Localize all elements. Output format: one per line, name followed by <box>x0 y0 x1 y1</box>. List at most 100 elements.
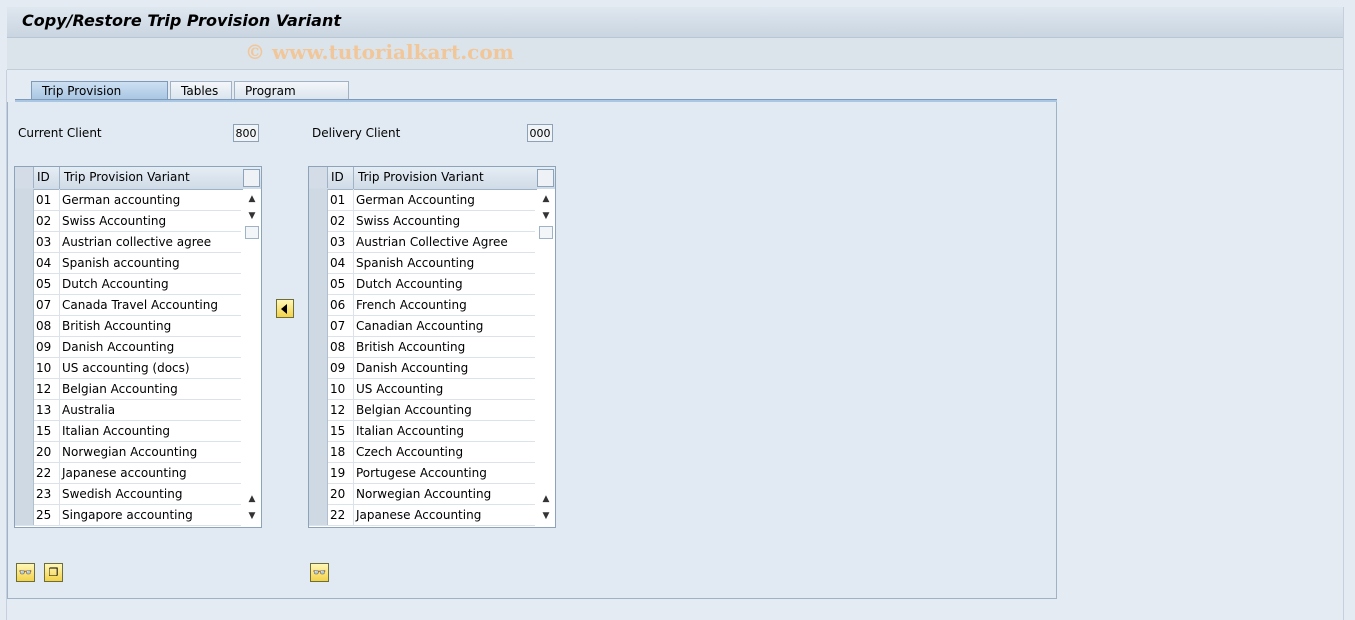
table-row[interactable]: 12 Belgian Accounting <box>15 378 241 400</box>
select-all-cell[interactable] <box>15 167 34 188</box>
row-selector[interactable] <box>309 420 328 441</box>
row-selector[interactable] <box>15 231 34 252</box>
row-selector[interactable] <box>309 231 328 252</box>
table-row[interactable]: 10 US Accounting <box>309 378 535 400</box>
scroll-page-down-icon[interactable]: ▼ <box>541 511 551 521</box>
row-selector[interactable] <box>15 399 34 420</box>
table-row[interactable]: 20 Norwegian Accounting <box>309 483 535 505</box>
row-selector[interactable] <box>15 336 34 357</box>
table-row[interactable]: 23 Swedish Accounting <box>15 483 241 505</box>
row-selector[interactable] <box>15 210 34 231</box>
row-selector[interactable] <box>15 504 34 525</box>
table-row[interactable]: 05 Dutch Accounting <box>309 273 535 295</box>
table-row[interactable]: 05 Dutch Accounting <box>15 273 241 295</box>
table-row[interactable]: 01 German Accounting <box>309 189 535 211</box>
row-selector[interactable] <box>309 504 328 525</box>
scroll-thumb[interactable] <box>539 226 553 239</box>
row-variant-name: Spanish Accounting <box>356 256 475 270</box>
tab-program-control[interactable]: Program Control <box>234 81 349 116</box>
delivery-client-field: 000 <box>527 124 553 142</box>
display-button-left[interactable]: 👓 <box>16 563 35 582</box>
row-selector[interactable] <box>309 399 328 420</box>
select-all-cell[interactable] <box>309 167 328 188</box>
row-selector[interactable] <box>15 420 34 441</box>
row-selector[interactable] <box>309 336 328 357</box>
details-button[interactable]: ❐ <box>44 563 63 582</box>
table-row[interactable]: 06 French Accounting <box>309 294 535 316</box>
scroll-up-icon[interactable]: ▲ <box>247 194 257 204</box>
column-separator <box>59 504 60 525</box>
table-row[interactable]: 13 Australia <box>15 399 241 421</box>
row-variant-name: Spanish accounting <box>62 256 180 270</box>
scroll-thumb[interactable] <box>245 226 259 239</box>
table-row[interactable]: 09 Danish Accounting <box>309 357 535 379</box>
table-row[interactable]: 03 Austrian collective agree <box>15 231 241 253</box>
table-row[interactable]: 15 Italian Accounting <box>15 420 241 442</box>
row-selector[interactable] <box>15 483 34 504</box>
table-row[interactable]: 25 Singapore accounting <box>15 504 241 526</box>
row-selector[interactable] <box>15 441 34 462</box>
row-selector[interactable] <box>15 315 34 336</box>
table-row[interactable]: 03 Austrian Collective Agree <box>309 231 535 253</box>
column-header-id: ID <box>37 170 50 184</box>
table-row[interactable]: 19 Portugese Accounting <box>309 462 535 484</box>
table-row[interactable]: 20 Norwegian Accounting <box>15 441 241 463</box>
table-row[interactable]: 02 Swiss Accounting <box>309 210 535 232</box>
table-row[interactable]: 04 Spanish accounting <box>15 252 241 274</box>
row-variant-name: British Accounting <box>356 340 466 354</box>
row-selector[interactable] <box>15 294 34 315</box>
row-id: 22 <box>36 466 52 480</box>
row-id: 07 <box>36 298 52 312</box>
scroll-page-up-icon[interactable]: ▲ <box>247 494 257 504</box>
table-row[interactable]: 10 US accounting (docs) <box>15 357 241 379</box>
table-row[interactable]: 08 British Accounting <box>309 336 535 358</box>
scroll-page-up-icon[interactable]: ▲ <box>541 494 551 504</box>
table-row[interactable]: 02 Swiss Accounting <box>15 210 241 232</box>
row-selector[interactable] <box>309 441 328 462</box>
table-row[interactable]: 09 Danish Accounting <box>15 336 241 358</box>
row-selector[interactable] <box>309 189 328 210</box>
row-variant-name: Italian Accounting <box>62 424 171 438</box>
tab-trip-provision-variant[interactable]: Trip Provision Variant <box>31 81 168 116</box>
tab-tables[interactable]: Tables <box>170 81 232 99</box>
scroll-up-icon[interactable]: ▲ <box>541 194 551 204</box>
row-selector[interactable] <box>309 252 328 273</box>
table-row[interactable]: 22 Japanese accounting <box>15 462 241 484</box>
scroll-down-icon[interactable]: ▼ <box>541 211 551 221</box>
display-button-right[interactable]: 👓 <box>310 563 329 582</box>
row-selector[interactable] <box>15 273 34 294</box>
row-selector[interactable] <box>309 483 328 504</box>
row-selector[interactable] <box>15 378 34 399</box>
table-row[interactable]: 22 Japanese Accounting <box>309 504 535 526</box>
vertical-scrollbar[interactable]: ▲ ▼ ▲ ▼ <box>537 189 555 527</box>
row-selector[interactable] <box>309 273 328 294</box>
row-id: 10 <box>330 382 346 396</box>
table-row[interactable]: 07 Canada Travel Accounting <box>15 294 241 316</box>
row-selector[interactable] <box>309 210 328 231</box>
column-separator <box>59 167 60 189</box>
column-separator <box>353 357 354 378</box>
table-settings-button[interactable] <box>243 169 260 187</box>
table-row[interactable]: 12 Belgian Accounting <box>309 399 535 421</box>
row-selector[interactable] <box>309 378 328 399</box>
row-selector[interactable] <box>15 462 34 483</box>
scroll-page-down-icon[interactable]: ▼ <box>247 511 257 521</box>
vertical-scrollbar[interactable]: ▲ ▼ ▲ ▼ <box>243 189 261 527</box>
table-row[interactable]: 07 Canadian Accounting <box>309 315 535 337</box>
scroll-down-icon[interactable]: ▼ <box>247 211 257 221</box>
copy-to-current-client-button[interactable] <box>276 299 294 318</box>
row-selector[interactable] <box>15 357 34 378</box>
row-selector[interactable] <box>309 357 328 378</box>
table-row[interactable]: 04 Spanish Accounting <box>309 252 535 274</box>
table-row[interactable]: 18 Czech Accounting <box>309 441 535 463</box>
row-selector[interactable] <box>309 462 328 483</box>
table-row[interactable]: 08 British Accounting <box>15 315 241 337</box>
row-variant-name: Dutch Accounting <box>356 277 463 291</box>
row-selector[interactable] <box>309 294 328 315</box>
table-settings-button[interactable] <box>537 169 554 187</box>
row-selector[interactable] <box>15 252 34 273</box>
table-row[interactable]: 15 Italian Accounting <box>309 420 535 442</box>
table-row[interactable]: 01 German accounting <box>15 189 241 211</box>
row-selector[interactable] <box>309 315 328 336</box>
row-selector[interactable] <box>15 189 34 210</box>
